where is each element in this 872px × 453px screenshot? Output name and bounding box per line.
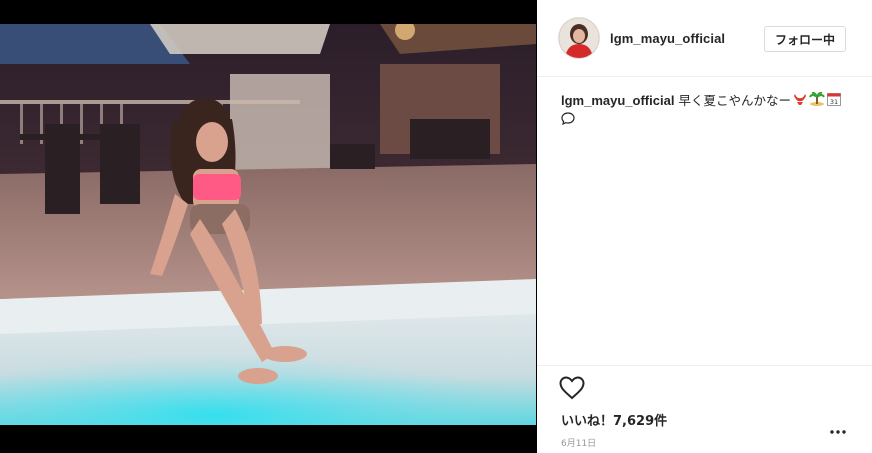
like-heart-icon[interactable]: [559, 376, 585, 405]
calendar-day: 31: [830, 98, 838, 106]
follow-button[interactable]: フォロー中: [764, 26, 846, 52]
post-photo[interactable]: [0, 24, 536, 425]
post-date[interactable]: 6月11日: [561, 436, 596, 449]
caption-username[interactable]: lgm_mayu_official: [561, 93, 674, 108]
caption-text: 早く夏こやんかなー: [678, 93, 791, 108]
more-options-icon[interactable]: [830, 421, 846, 439]
username-link[interactable]: lgm_mayu_official: [610, 31, 725, 46]
caption: lgm_mayu_official 早く夏こやんかなー 31: [561, 91, 851, 111]
bikini-icon: [793, 92, 807, 111]
likes-count[interactable]: いいね！7,629件: [561, 410, 667, 429]
post-actions: いいね！7,629件 6月11日: [537, 365, 872, 449]
post-sidebar: lgm_mayu_official フォロー中 lgm_mayu_officia…: [537, 0, 872, 453]
post-header: lgm_mayu_official フォロー中: [537, 0, 872, 77]
palm-island-icon: [809, 91, 825, 111]
avatar[interactable]: [559, 18, 599, 58]
calendar-icon: 31: [826, 92, 841, 111]
speech-bubble-icon: [561, 112, 575, 130]
